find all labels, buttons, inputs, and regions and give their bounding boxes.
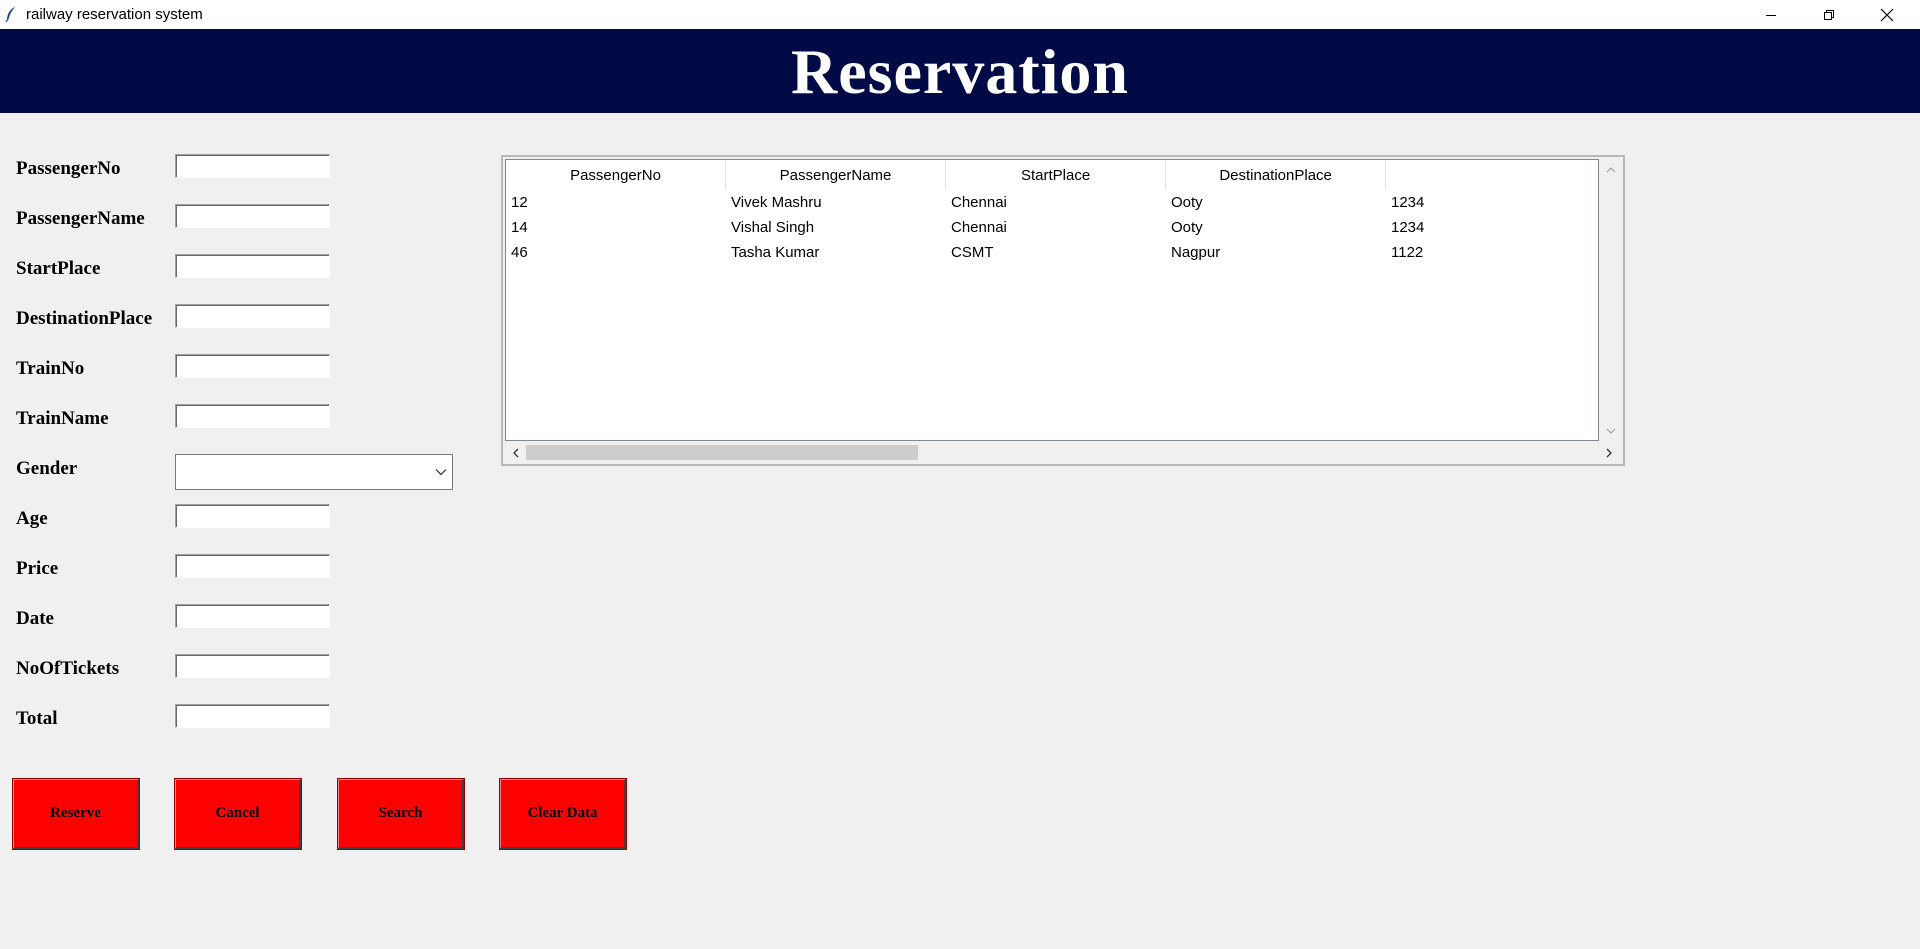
cell-train-no: 1122 — [1391, 244, 1424, 261]
label-passenger-name: PassengerName — [16, 208, 145, 229]
table-header: PassengerNo PassengerName StartPlace Des… — [506, 160, 1598, 190]
cell-start-place: Chennai — [951, 194, 1007, 211]
cell-passenger-no: 14 — [511, 219, 528, 236]
label-destination-place: DestinationPlace — [16, 308, 153, 329]
cell-passenger-no: 46 — [511, 244, 528, 261]
cell-passenger-name: Vishal Singh — [731, 219, 815, 236]
label-gender: Gender — [16, 458, 78, 479]
gender-dropdown[interactable] — [175, 454, 453, 490]
column-header-destination-place[interactable]: DestinationPlace — [1166, 160, 1387, 190]
cell-train-no: 1234 — [1391, 219, 1425, 236]
clear-data-button[interactable]: Clear Data — [499, 778, 627, 850]
no-of-tickets-input[interactable] — [175, 654, 330, 678]
label-start-place: StartPlace — [16, 258, 101, 279]
cancel-button[interactable]: Cancel — [174, 778, 302, 850]
restore-button[interactable] — [1800, 0, 1858, 29]
feather-icon — [5, 7, 15, 23]
cell-passenger-name: Vivek Mashru — [731, 194, 822, 211]
label-no-of-tickets: NoOfTickets — [16, 658, 120, 679]
cell-destination-place: Ooty — [1171, 219, 1203, 236]
label-train-name: TrainName — [16, 408, 109, 429]
minimize-button[interactable] — [1742, 0, 1800, 29]
search-button[interactable]: Search — [337, 778, 465, 850]
destination-place-input[interactable] — [175, 304, 330, 328]
total-input[interactable] — [175, 704, 330, 728]
reservations-table-frame: PassengerNo PassengerName StartPlace Des… — [501, 155, 1625, 466]
cell-start-place: Chennai — [951, 219, 1007, 236]
passenger-no-input[interactable] — [175, 154, 330, 178]
label-train-no: TrainNo — [16, 358, 85, 379]
label-date: Date — [16, 608, 54, 629]
cell-start-place: CSMT — [951, 244, 994, 261]
restore-icon — [1824, 9, 1834, 20]
table-row[interactable]: 14 Vishal Singh Chennai Ooty 1234 — [506, 215, 1598, 240]
reservations-table[interactable]: PassengerNo PassengerName StartPlace Des… — [505, 159, 1599, 441]
age-input[interactable] — [175, 504, 330, 528]
cell-destination-place: Ooty — [1171, 194, 1203, 211]
train-no-input[interactable] — [175, 354, 330, 378]
label-total: Total — [16, 708, 58, 729]
reserve-button[interactable]: Reserve — [12, 778, 140, 850]
vertical-scrollbar[interactable] — [1600, 159, 1621, 441]
column-header-passenger-no[interactable]: PassengerNo — [506, 160, 727, 190]
header-banner: Reservation — [0, 29, 1920, 113]
table-row[interactable]: 46 Tasha Kumar CSMT Nagpur 1122 — [506, 240, 1598, 265]
passenger-name-input[interactable] — [175, 204, 330, 228]
vertical-scroll-thumb[interactable] — [1603, 185, 1618, 265]
column-header-passenger-name[interactable]: PassengerName — [726, 160, 947, 190]
scroll-up-icon[interactable] — [1600, 159, 1621, 180]
horizontal-scroll-thumb[interactable] — [526, 445, 918, 460]
column-header-start-place[interactable]: StartPlace — [946, 160, 1167, 190]
window-title: railway reservation system — [26, 6, 203, 23]
chevron-down-icon — [435, 469, 447, 476]
label-passenger-no: PassengerNo — [16, 158, 121, 179]
train-name-input[interactable] — [175, 404, 330, 428]
close-button[interactable] — [1858, 0, 1916, 29]
scroll-left-icon[interactable] — [505, 442, 526, 463]
close-icon — [1880, 8, 1894, 21]
start-place-input[interactable] — [175, 254, 330, 278]
window-titlebar: railway reservation system — [0, 0, 1920, 29]
horizontal-scrollbar[interactable] — [505, 442, 1621, 463]
scroll-down-icon[interactable] — [1600, 420, 1621, 441]
minimize-icon — [1766, 14, 1776, 16]
page-title: Reservation — [790, 36, 1130, 107]
scroll-right-icon[interactable] — [1598, 442, 1619, 463]
date-input[interactable] — [175, 604, 330, 628]
label-age: Age — [16, 508, 48, 529]
price-input[interactable] — [175, 554, 330, 578]
cell-passenger-name: Tasha Kumar — [731, 244, 820, 261]
cell-train-no: 1234 — [1391, 194, 1425, 211]
column-header-train-no[interactable] — [1386, 160, 1598, 190]
cell-passenger-no: 12 — [511, 194, 528, 211]
table-row[interactable]: 12 Vivek Mashru Chennai Ooty 1234 — [506, 190, 1598, 215]
label-price: Price — [16, 558, 59, 579]
cell-destination-place: Nagpur — [1171, 244, 1221, 261]
